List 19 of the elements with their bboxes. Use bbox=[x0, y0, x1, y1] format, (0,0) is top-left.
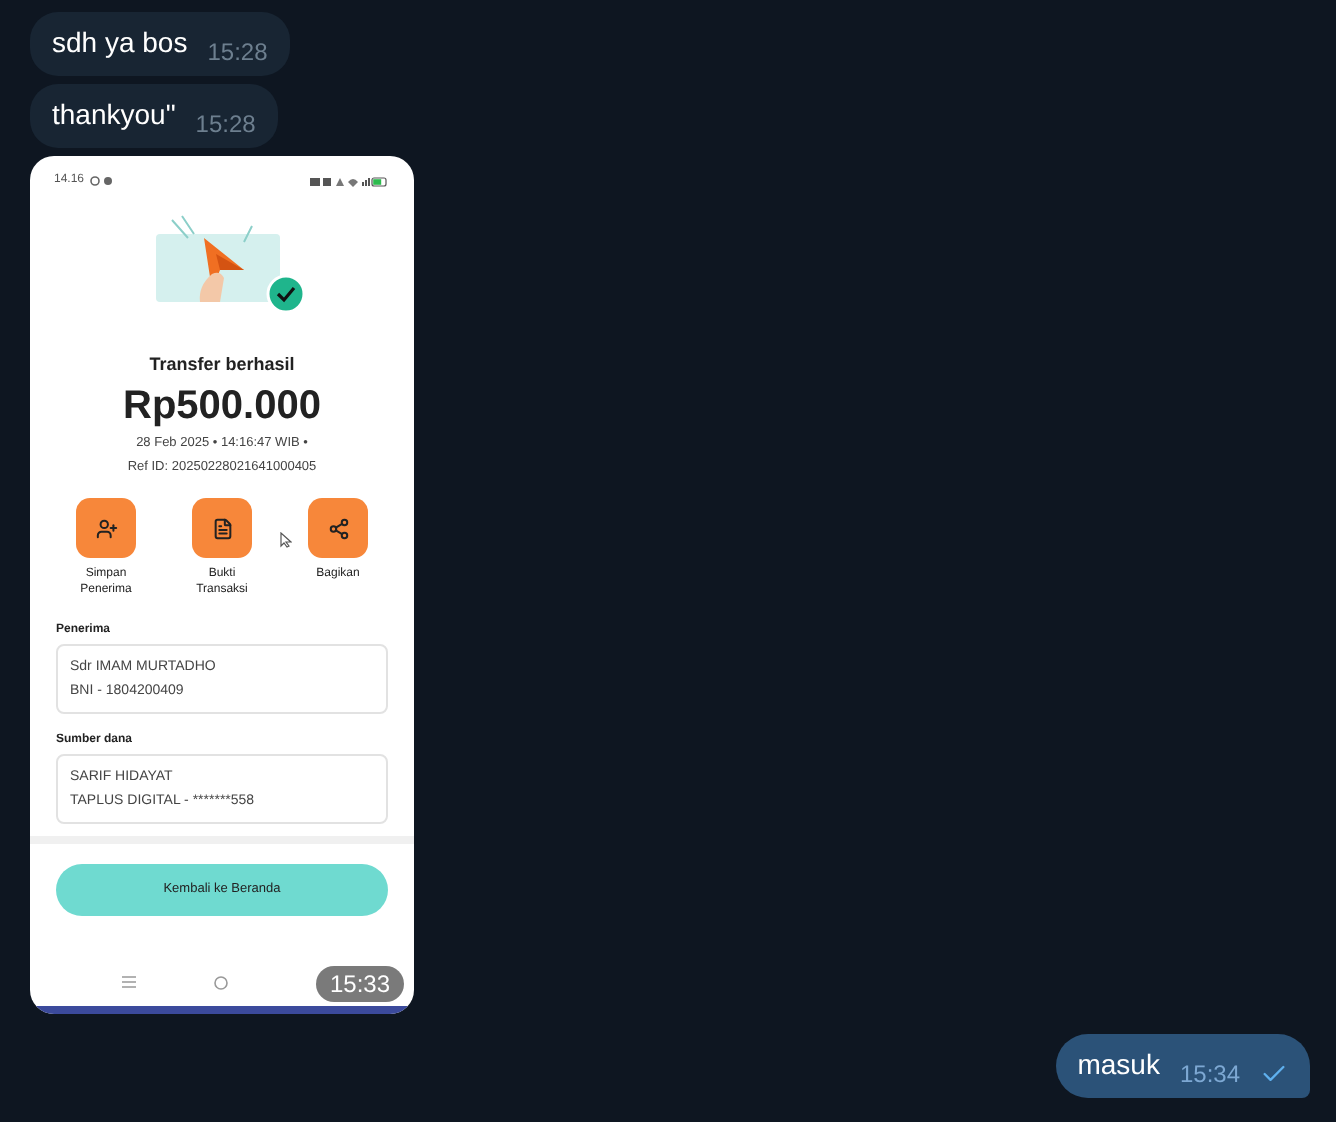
document-icon bbox=[211, 517, 233, 539]
share-icon bbox=[327, 517, 349, 539]
transfer-amount: Rp500.000 bbox=[123, 382, 321, 430]
home-circle-icon[interactable] bbox=[214, 975, 229, 990]
action-button[interactable] bbox=[308, 498, 368, 558]
message-time: 15:28 bbox=[195, 108, 256, 140]
message-text: masuk bbox=[1077, 1046, 1160, 1084]
message-text: thankyou" bbox=[52, 96, 176, 134]
action-button[interactable] bbox=[76, 498, 136, 558]
message-time: 15:28 bbox=[207, 36, 268, 68]
message-time: 15:34 bbox=[1179, 1058, 1240, 1090]
message-text: sdh ya bos bbox=[52, 24, 188, 62]
user-plus-icon bbox=[95, 517, 117, 539]
cursor-icon bbox=[280, 532, 292, 548]
transfer-status-title: Transfer berhasil bbox=[149, 352, 295, 376]
message-time: 15:33 bbox=[315, 966, 404, 1002]
action-button[interactable] bbox=[192, 498, 252, 558]
status-icons-drawing bbox=[90, 176, 115, 186]
system-icons-drawing bbox=[310, 175, 390, 187]
